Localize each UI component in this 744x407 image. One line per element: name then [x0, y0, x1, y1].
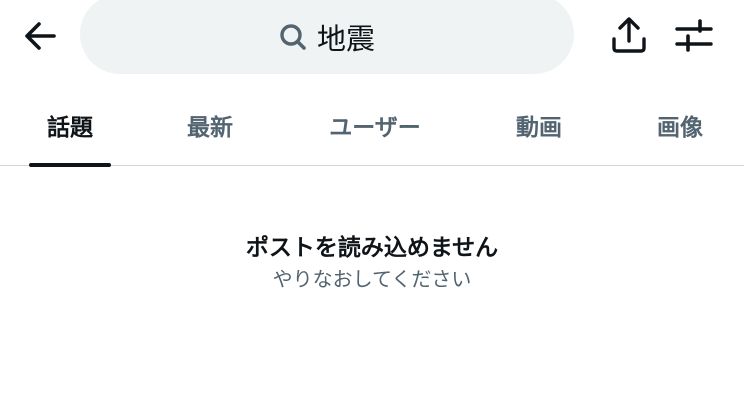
- search-input[interactable]: 地震: [80, 0, 574, 74]
- tab-latest[interactable]: 最新: [170, 84, 250, 166]
- tab-label: 最新: [187, 115, 233, 141]
- tab-videos[interactable]: 動画: [499, 84, 579, 166]
- retry-message: やりなおしてください: [272, 267, 472, 291]
- top-bar: 地震: [0, 0, 744, 84]
- search-settings-button[interactable]: [671, 12, 717, 58]
- sliders-filter-icon: [675, 19, 713, 52]
- search-query-text: 地震: [316, 22, 375, 56]
- tab-label: 話題: [47, 115, 93, 141]
- empty-state: ポストを読み込めません やりなおしてください: [0, 228, 744, 290]
- back-button[interactable]: [18, 14, 62, 58]
- tab-images[interactable]: 画像: [640, 84, 720, 166]
- tab-label: ユーザー: [329, 115, 421, 141]
- active-tab-indicator: [29, 163, 111, 167]
- tab-label: 動画: [516, 115, 562, 141]
- search-tabs: 話題 最新 ユーザー 動画 画像: [0, 84, 744, 167]
- share-button[interactable]: [606, 12, 652, 58]
- tab-label: 画像: [657, 115, 703, 141]
- search-icon: [280, 24, 306, 50]
- tab-top[interactable]: 話題: [29, 84, 111, 167]
- arrow-left-icon: [25, 22, 56, 50]
- tab-people[interactable]: ユーザー: [316, 84, 434, 166]
- share-upload-icon: [612, 17, 646, 53]
- empty-state-title: ポストを読み込めません: [245, 235, 499, 261]
